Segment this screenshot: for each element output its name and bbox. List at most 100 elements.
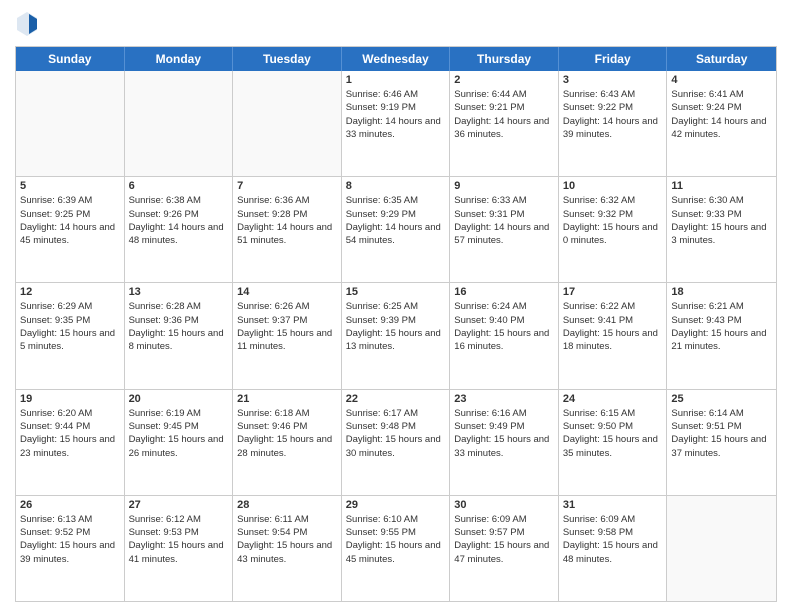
calendar-cell: 19 Sunrise: 6:20 AMSunset: 9:44 PMDayligh…: [16, 390, 125, 495]
day-number: 4: [671, 74, 772, 86]
day-number: 26: [20, 499, 120, 511]
cell-info: Sunrise: 6:25 AMSunset: 9:39 PMDaylight:…: [346, 300, 446, 353]
calendar-cell: 22 Sunrise: 6:17 AMSunset: 9:48 PMDayligh…: [342, 390, 451, 495]
calendar-row: 19 Sunrise: 6:20 AMSunset: 9:44 PMDayligh…: [16, 390, 776, 496]
calendar-cell: 31 Sunrise: 6:09 AMSunset: 9:58 PMDayligh…: [559, 496, 668, 601]
day-number: 24: [563, 393, 663, 405]
calendar-cell: 6Sunrise: 6:38 AMSunset: 9:26 PMDaylight…: [125, 177, 234, 282]
day-number: 10: [563, 180, 663, 192]
cell-info: Sunrise: 6:18 AMSunset: 9:46 PMDaylight:…: [237, 407, 337, 460]
cell-info: Sunrise: 6:21 AMSunset: 9:43 PMDaylight:…: [671, 300, 772, 353]
day-number: 15: [346, 286, 446, 298]
calendar-row: 12 Sunrise: 6:29 AMSunset: 9:35 PMDayligh…: [16, 283, 776, 389]
calendar-row: 1 Sunrise: 6:46 AMSunset: 9:19 PMDaylight…: [16, 71, 776, 177]
cell-info: Sunrise: 6:32 AMSunset: 9:32 PMDaylight:…: [563, 194, 663, 247]
cell-info: Sunrise: 6:17 AMSunset: 9:48 PMDaylight:…: [346, 407, 446, 460]
cell-info: Sunrise: 6:09 AMSunset: 9:57 PMDaylight:…: [454, 513, 554, 566]
generalblue-logo-icon: [15, 10, 39, 38]
calendar-cell: 30 Sunrise: 6:09 AMSunset: 9:57 PMDayligh…: [450, 496, 559, 601]
cell-info: Sunrise: 6:43 AMSunset: 9:22 PMDaylight:…: [563, 88, 663, 141]
day-number: 8: [346, 180, 446, 192]
calendar-cell: 21 Sunrise: 6:18 AMSunset: 9:46 PMDayligh…: [233, 390, 342, 495]
cell-info: Sunrise: 6:16 AMSunset: 9:49 PMDaylight:…: [454, 407, 554, 460]
day-number: 11: [671, 180, 772, 192]
calendar-cell: 29Sunrise: 6:10 AMSunset: 9:55 PMDayligh…: [342, 496, 451, 601]
calendar-body: 1 Sunrise: 6:46 AMSunset: 9:19 PMDaylight…: [16, 71, 776, 601]
day-number: 5: [20, 180, 120, 192]
calendar-cell: 15 Sunrise: 6:25 AMSunset: 9:39 PMDayligh…: [342, 283, 451, 388]
calendar-cell: 17 Sunrise: 6:22 AMSunset: 9:41 PMDayligh…: [559, 283, 668, 388]
calendar-cell: 24 Sunrise: 6:15 AMSunset: 9:50 PMDayligh…: [559, 390, 668, 495]
cell-info: Sunrise: 6:33 AMSunset: 9:31 PMDaylight:…: [454, 194, 554, 247]
calendar-cell: 9 Sunrise: 6:33 AMSunset: 9:31 PMDaylight…: [450, 177, 559, 282]
day-number: 19: [20, 393, 120, 405]
calendar-header: SundayMondayTuesdayWednesdayThursdayFrid…: [16, 47, 776, 71]
calendar-cell: 8Sunrise: 6:35 AMSunset: 9:29 PMDaylight…: [342, 177, 451, 282]
day-number: 27: [129, 499, 229, 511]
day-number: 31: [563, 499, 663, 511]
cell-info: Sunrise: 6:30 AMSunset: 9:33 PMDaylight:…: [671, 194, 772, 247]
cell-info: Sunrise: 6:29 AMSunset: 9:35 PMDaylight:…: [20, 300, 120, 353]
cell-info: Sunrise: 6:11 AMSunset: 9:54 PMDaylight:…: [237, 513, 337, 566]
calendar-cell: 28 Sunrise: 6:11 AMSunset: 9:54 PMDayligh…: [233, 496, 342, 601]
day-number: 17: [563, 286, 663, 298]
day-of-week-header: Tuesday: [233, 47, 342, 71]
calendar-cell: 18 Sunrise: 6:21 AMSunset: 9:43 PMDayligh…: [667, 283, 776, 388]
calendar-cell: [125, 71, 234, 176]
day-of-week-header: Friday: [559, 47, 668, 71]
day-number: 30: [454, 499, 554, 511]
cell-info: Sunrise: 6:22 AMSunset: 9:41 PMDaylight:…: [563, 300, 663, 353]
cell-info: Sunrise: 6:46 AMSunset: 9:19 PMDaylight:…: [346, 88, 446, 141]
cell-info: Sunrise: 6:15 AMSunset: 9:50 PMDaylight:…: [563, 407, 663, 460]
day-of-week-header: Saturday: [667, 47, 776, 71]
day-number: 18: [671, 286, 772, 298]
day-number: 21: [237, 393, 337, 405]
calendar-row: 5Sunrise: 6:39 AMSunset: 9:25 PMDaylight…: [16, 177, 776, 283]
day-number: 6: [129, 180, 229, 192]
day-number: 20: [129, 393, 229, 405]
calendar-cell: [16, 71, 125, 176]
calendar-cell: 23 Sunrise: 6:16 AMSunset: 9:49 PMDayligh…: [450, 390, 559, 495]
day-number: 12: [20, 286, 120, 298]
calendar-cell: 11 Sunrise: 6:30 AMSunset: 9:33 PMDayligh…: [667, 177, 776, 282]
calendar-cell: 26 Sunrise: 6:13 AMSunset: 9:52 PMDayligh…: [16, 496, 125, 601]
cell-info: Sunrise: 6:44 AMSunset: 9:21 PMDaylight:…: [454, 88, 554, 141]
day-number: 1: [346, 74, 446, 86]
day-number: 23: [454, 393, 554, 405]
cell-info: Sunrise: 6:19 AMSunset: 9:45 PMDaylight:…: [129, 407, 229, 460]
day-number: 13: [129, 286, 229, 298]
cell-info: Sunrise: 6:28 AMSunset: 9:36 PMDaylight:…: [129, 300, 229, 353]
calendar-cell: 13 Sunrise: 6:28 AMSunset: 9:36 PMDayligh…: [125, 283, 234, 388]
day-number: 22: [346, 393, 446, 405]
day-of-week-header: Thursday: [450, 47, 559, 71]
day-of-week-header: Monday: [125, 47, 234, 71]
page: SundayMondayTuesdayWednesdayThursdayFrid…: [0, 0, 792, 612]
cell-info: Sunrise: 6:13 AMSunset: 9:52 PMDaylight:…: [20, 513, 120, 566]
calendar-cell: 27Sunrise: 6:12 AMSunset: 9:53 PMDayligh…: [125, 496, 234, 601]
calendar-cell: 3 Sunrise: 6:43 AMSunset: 9:22 PMDaylight…: [559, 71, 668, 176]
cell-info: Sunrise: 6:14 AMSunset: 9:51 PMDaylight:…: [671, 407, 772, 460]
cell-info: Sunrise: 6:10 AMSunset: 9:55 PMDaylight:…: [346, 513, 446, 566]
calendar-row: 26 Sunrise: 6:13 AMSunset: 9:52 PMDayligh…: [16, 496, 776, 601]
calendar-cell: 1 Sunrise: 6:46 AMSunset: 9:19 PMDaylight…: [342, 71, 451, 176]
day-number: 7: [237, 180, 337, 192]
cell-info: Sunrise: 6:09 AMSunset: 9:58 PMDaylight:…: [563, 513, 663, 566]
logo: [15, 10, 43, 38]
header: [15, 10, 777, 38]
calendar: SundayMondayTuesdayWednesdayThursdayFrid…: [15, 46, 777, 602]
cell-info: Sunrise: 6:20 AMSunset: 9:44 PMDaylight:…: [20, 407, 120, 460]
calendar-cell: 10 Sunrise: 6:32 AMSunset: 9:32 PMDayligh…: [559, 177, 668, 282]
day-number: 28: [237, 499, 337, 511]
calendar-cell: 25Sunrise: 6:14 AMSunset: 9:51 PMDayligh…: [667, 390, 776, 495]
cell-info: Sunrise: 6:41 AMSunset: 9:24 PMDaylight:…: [671, 88, 772, 141]
day-number: 3: [563, 74, 663, 86]
day-of-week-header: Wednesday: [342, 47, 451, 71]
day-number: 2: [454, 74, 554, 86]
day-number: 9: [454, 180, 554, 192]
calendar-cell: [233, 71, 342, 176]
calendar-cell: 20 Sunrise: 6:19 AMSunset: 9:45 PMDayligh…: [125, 390, 234, 495]
calendar-cell: 16Sunrise: 6:24 AMSunset: 9:40 PMDayligh…: [450, 283, 559, 388]
calendar-cell: 14Sunrise: 6:26 AMSunset: 9:37 PMDayligh…: [233, 283, 342, 388]
calendar-cell: 5Sunrise: 6:39 AMSunset: 9:25 PMDaylight…: [16, 177, 125, 282]
day-of-week-header: Sunday: [16, 47, 125, 71]
